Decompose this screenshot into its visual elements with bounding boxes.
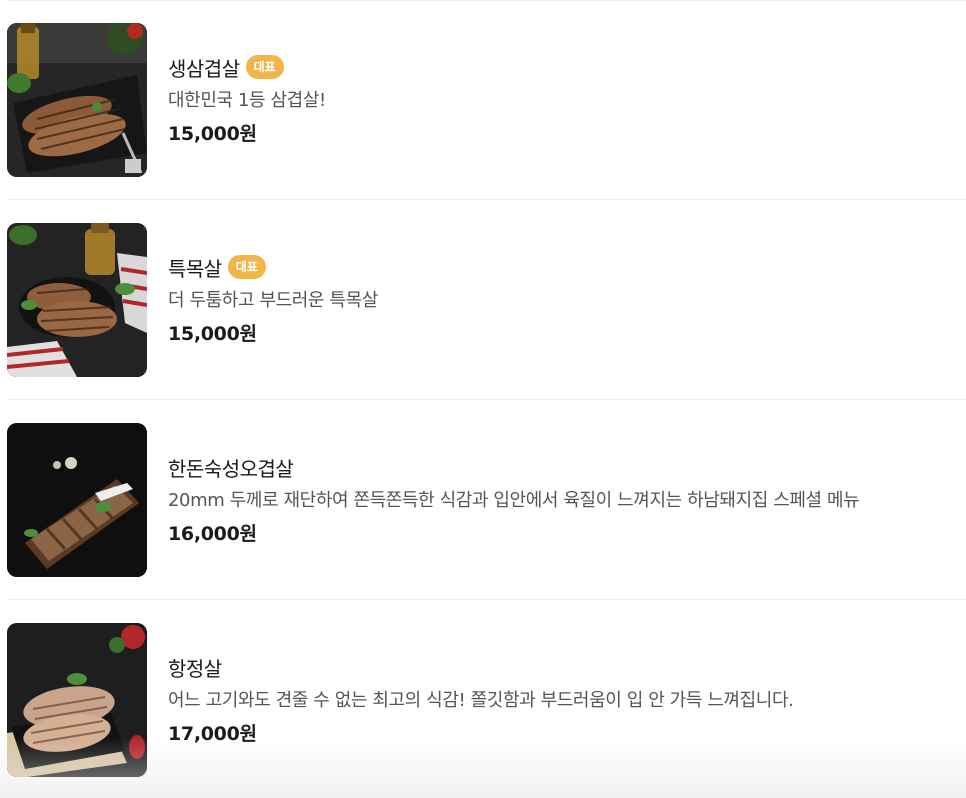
menu-item-text: 특목살 대표 더 두툼하고 부드러운 특목살 15,000원 (168, 252, 946, 348)
pork-belly-thumbnail (7, 23, 147, 177)
menu-item-name: 생삼겹살 (168, 56, 240, 81)
menu-item-description: 대한민국 1등 삼겹살! (168, 90, 326, 111)
pork-jowl-thumbnail (7, 623, 147, 777)
menu-item-text: 항정살 어느 고기와도 견줄 수 없는 최고의 식감! 쫄깃함과 부드러움이 입… (168, 652, 946, 748)
grilled-pork-neck-photo-icon (7, 223, 147, 377)
menu-item-pork-jowl[interactable]: 항정살 어느 고기와도 견줄 수 없는 최고의 식감! 쫄깃함과 부드러움이 입… (0, 600, 966, 798)
menu-item-description: 20mm 두께로 재단하여 쫀득쫀득한 식감과 입안에서 육질이 느껴지는 하남… (168, 490, 860, 511)
menu-item-price: 15,000원 (168, 323, 257, 345)
menu-item-text: 생삼겹살 대표 대한민국 1등 삼겹살! 15,000원 (168, 52, 946, 148)
name-row: 생삼겹살 대표 (168, 52, 946, 82)
menu-item-name: 항정살 (168, 656, 222, 681)
name-row: 특목살 대표 (168, 252, 946, 282)
menu-item-pork-belly[interactable]: 생삼겹살 대표 대한민국 1등 삼겹살! 15,000원 (0, 0, 966, 200)
name-row: 항정살 (168, 652, 946, 682)
menu-item-aged-pork-belly[interactable]: 한돈숙성오겹살 20mm 두께로 재단하여 쫀득쫀득한 식감과 입안에서 육질이… (0, 400, 966, 600)
pork-neck-thumbnail (7, 223, 147, 377)
menu-item-description: 어느 고기와도 견줄 수 없는 최고의 식감! 쫄깃함과 부드러움이 입 안 가… (168, 690, 794, 711)
signature-badge: 대표 (245, 55, 284, 79)
menu-item-pork-neck[interactable]: 특목살 대표 더 두툼하고 부드러운 특목살 15,000원 (0, 200, 966, 400)
menu-item-name: 특목살 (168, 256, 222, 281)
aged-pork-belly-photo-icon (7, 423, 147, 577)
menu-item-text: 한돈숙성오겹살 20mm 두께로 재단하여 쫀득쫀득한 식감과 입안에서 육질이… (168, 452, 946, 548)
menu-item-name: 한돈숙성오겹살 (168, 456, 294, 481)
signature-badge: 대표 (227, 255, 266, 279)
grilled-pork-belly-photo-icon (7, 23, 147, 177)
pork-jowl-photo-icon (7, 623, 147, 777)
menu-item-price: 17,000원 (168, 723, 257, 745)
menu-list: 생삼겹살 대표 대한민국 1등 삼겹살! 15,000원 특목살 대표 더 두툼… (0, 0, 966, 798)
menu-item-price: 15,000원 (168, 123, 257, 145)
aged-pork-belly-thumbnail (7, 423, 147, 577)
menu-item-price: 16,000원 (168, 523, 257, 545)
menu-item-description: 더 두툼하고 부드러운 특목살 (168, 290, 378, 311)
name-row: 한돈숙성오겹살 (168, 452, 946, 482)
